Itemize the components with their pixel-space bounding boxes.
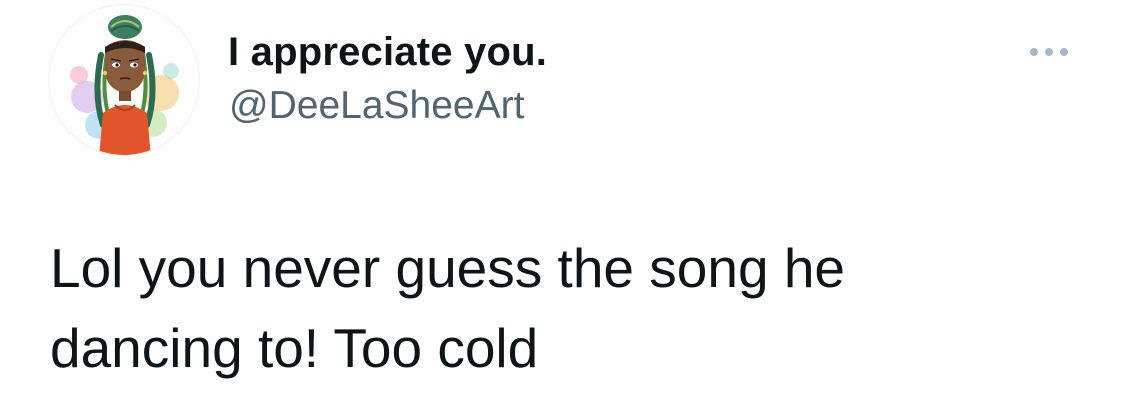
tweet-text-line: Lol you never guess the song he [50, 237, 846, 299]
tweet-text: Lol you never guess the song he dancing … [50, 228, 1090, 388]
author-display-name[interactable]: I appreciate you. [228, 28, 547, 76]
tweet-card: I appreciate you. @DeeLaSheeArt Lol you … [0, 0, 1125, 413]
more-dots-icon [1030, 48, 1038, 56]
illustrated-girl-avatar-icon [70, 15, 179, 155]
author-handle[interactable]: @DeeLaSheeArt [229, 82, 524, 130]
more-dots-icon [1060, 48, 1068, 56]
tweet-text-line: dancing to! Too cold [50, 317, 539, 379]
more-dots-icon [1045, 48, 1053, 56]
more-options-button[interactable] [1024, 40, 1074, 64]
avatar[interactable] [48, 4, 200, 156]
